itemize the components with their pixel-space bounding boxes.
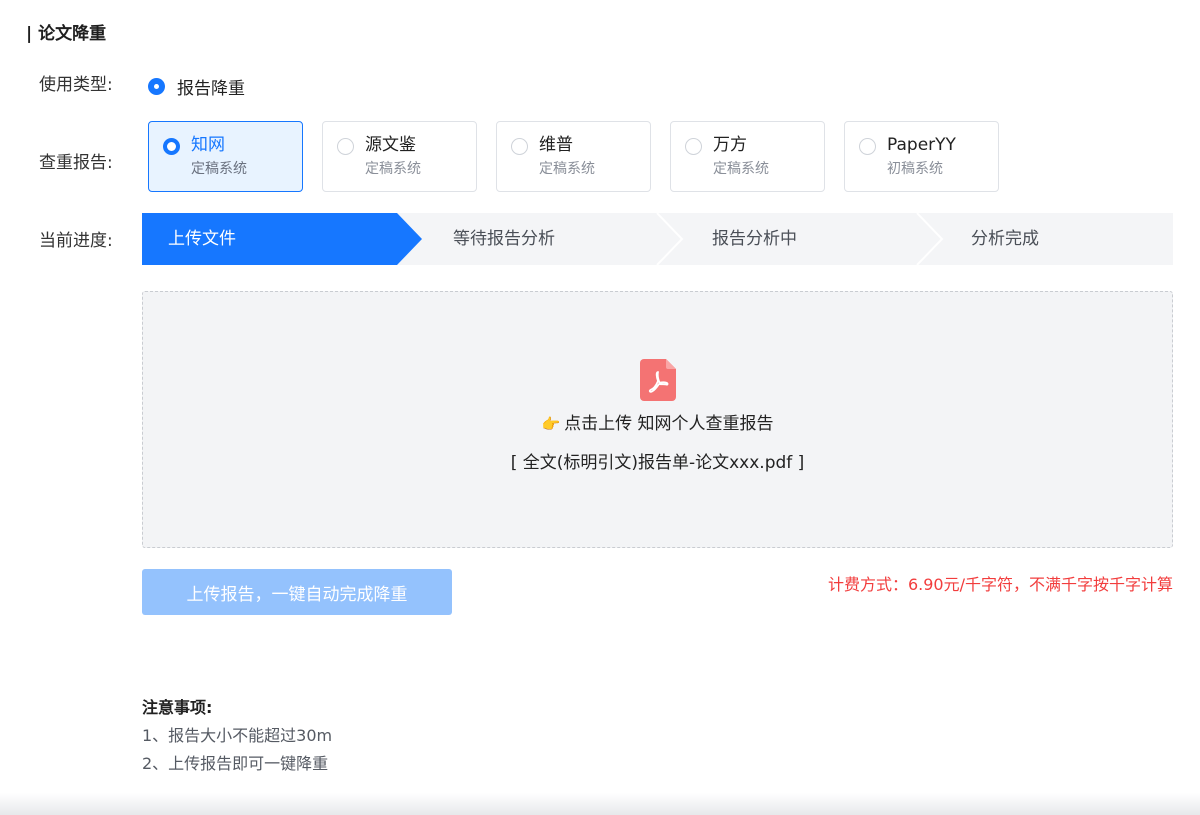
upload-dropzone[interactable]: 👉 点击上传 知网个人查重报告 [ 全文(标明引文)报告单-论文xxx.pdf ] [142,291,1173,548]
report-options: 知网 定稿系统 源文鉴 定稿系统 维普 定稿系统 万方 定稿系统 PaperYY… [148,121,1018,192]
pricing-note: 计费方式：6.90元/千字符，不满千字按千字计算 [827,575,1173,594]
note-item: 1、报告大小不能超过30m [142,726,333,745]
progress-label: 当前进度: [39,231,113,251]
step-separator [656,213,684,265]
step-upload-file: 上传文件 [168,229,236,249]
usage-type-option: 报告降重 [177,78,245,99]
report-option-sub: 定稿系统 [191,161,247,177]
report-option-name: PaperYY [887,135,956,155]
notes-title: 注意事项: [142,698,213,717]
step-analyzing: 报告分析中 [712,229,797,249]
report-option-name: 源文鉴 [365,135,416,155]
radio-checked-icon [148,77,165,95]
paper-rewrite-page: | 论文降重 使用类型: 报告降重 查重报告: 知网 定稿系统 源文鉴 定稿系统… [0,0,1200,815]
report-option-sub: 定稿系统 [365,161,421,177]
report-option-sub: 定稿系统 [539,161,595,177]
report-option-sub: 初稿系统 [887,161,943,177]
report-option-paperyy[interactable]: PaperYY 初稿系统 [844,121,999,192]
step-waiting-analysis: 等待报告分析 [453,229,555,249]
radio-icon [337,138,354,155]
progress-steps: 上传文件 等待报告分析 报告分析中 分析完成 [142,213,1173,265]
note-item: 2、上传报告即可一键降重 [142,754,329,773]
radio-icon [685,138,702,155]
report-option-name: 知网 [191,135,225,155]
upload-sample-filename: [ 全文(标明引文)报告单-论文xxx.pdf ] [510,453,805,473]
upload-hint: 👉 点击上传 知网个人查重报告 [143,413,1172,435]
report-option-yuanwenjian[interactable]: 源文鉴 定稿系统 [322,121,477,192]
bottom-shade [0,793,1200,815]
step-complete: 分析完成 [971,229,1039,249]
report-option-name: 维普 [539,135,573,155]
report-option-sub: 定稿系统 [713,161,769,177]
section-title: | 论文降重 [26,24,107,44]
report-option-cnki[interactable]: 知网 定稿系统 [148,121,303,192]
notes: 注意事项: 1、报告大小不能超过30m 2、上传报告即可一键降重 [142,697,332,775]
radio-icon [859,138,876,155]
upload-report-button[interactable]: 上传报告，一键自动完成降重 [142,569,452,615]
pdf-file-icon [640,359,676,401]
step-separator [916,213,944,265]
report-option-name: 万方 [713,135,747,155]
pointing-hand-icon: 👉 [541,415,561,433]
radio-icon [511,138,528,155]
usage-type-label: 使用类型: [39,75,113,95]
report-label: 查重报告: [39,153,113,173]
report-option-vip[interactable]: 维普 定稿系统 [496,121,651,192]
usage-type-radio[interactable]: 报告降重 [148,75,245,99]
report-option-wanfang[interactable]: 万方 定稿系统 [670,121,825,192]
radio-icon [163,138,180,155]
upload-hint-text: 点击上传 知网个人查重报告 [564,414,774,434]
